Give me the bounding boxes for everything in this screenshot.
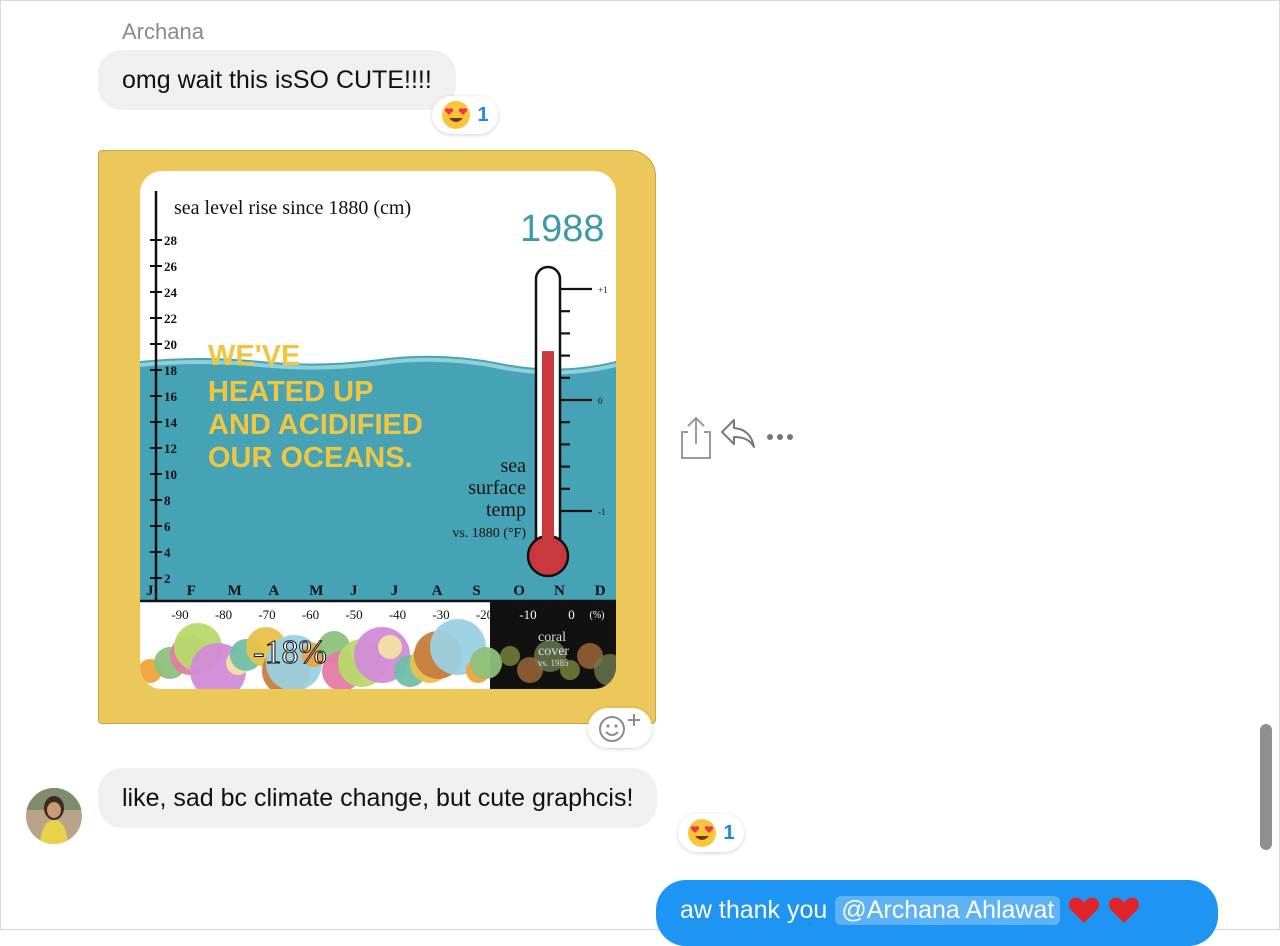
reaction-badge[interactable]: 1 [432,96,498,134]
y-tick-label: 22 [164,311,177,326]
mention-link[interactable]: @Archana Ahlawat [835,896,1061,925]
y-tick-label: 6 [164,519,171,534]
y-tick-label: 12 [164,441,177,456]
reply-icon[interactable] [720,416,756,455]
y-tick-label: 16 [164,389,178,404]
coral-scale-label: 0 [568,607,575,622]
reaction-badge[interactable]: 1 [678,814,744,852]
y-tick-label: 26 [164,259,178,274]
heart-eyes-emoji-icon [687,818,717,848]
temp-label-1: sea [500,455,526,477]
month-label: N [554,583,565,599]
coral-label-3: vs. 1985 [538,658,569,668]
y-tick-label: 28 [164,233,178,248]
headline-line-3: AND ACIDIFIED [208,409,423,441]
y-tick-label: 4 [164,545,171,560]
outgoing-message-bubble[interactable]: aw thank you @Archana Ahlawat [656,880,1218,946]
chart-title: sea level rise since 1880 (cm) [174,197,411,219]
message-bubble[interactable]: omg wait this isSO CUTE!!!! [98,50,456,110]
add-emoji-icon [599,714,640,742]
year-label: 1988 [520,208,605,250]
month-label: J [391,583,399,599]
image-message[interactable]: 28 26 24 22 20 18 16 14 12 10 8 6 4 2 J F M A M J J A S O N D -9… [98,150,656,724]
message-text: aw thank you [680,896,828,924]
month-label: F [187,583,196,599]
coral-shape [470,647,502,679]
message-bubble[interactable]: like, sad bc climate change, but cute gr… [98,768,658,828]
month-label: A [268,583,279,599]
coral-label-2: cover [538,644,569,659]
infographic-image: 28 26 24 22 20 18 16 14 12 10 8 6 4 2 J F M A M J J A S O N D -9… [140,171,616,689]
coral-scale-label: -80 [215,607,232,622]
temp-tick-label: -1 [598,507,606,517]
coral-scale-label: -70 [258,607,275,622]
coral-shape [500,646,520,666]
temp-label-3: temp [486,499,526,521]
message-text: like, sad bc climate change, but cute gr… [122,784,634,812]
temp-tick-label: 0 [598,396,603,406]
coral-scale-label: -50 [345,607,362,622]
coral-scale-label: -40 [389,607,406,622]
headline-line-4: OUR OCEANS. [208,442,413,474]
headline-line-1: WE'VE [208,340,300,372]
month-label: S [472,583,480,599]
y-tick-label: 10 [164,467,177,482]
reaction-count: 1 [477,103,489,126]
coral-scale-label: -20 [476,607,493,622]
coral-scale-label: -60 [302,607,319,622]
month-label: M [228,583,242,599]
heart-eyes-emoji-icon [441,100,471,130]
coral-scale-label: -90 [171,607,188,622]
avatar[interactable] [26,788,82,844]
more-options-icon[interactable] [766,428,796,446]
y-tick-label: 24 [164,285,178,300]
month-label: M [309,583,323,599]
coral-shape [378,635,402,659]
y-tick-label: 2 [164,571,171,586]
y-tick-label: 8 [164,493,171,508]
message-text: omg wait this isSO CUTE!!!! [122,66,432,94]
month-label: O [513,583,525,599]
thermometer-mercury [542,351,554,557]
share-icon[interactable] [678,414,714,465]
y-tick-label: 18 [164,363,178,378]
temp-label-2: surface [468,477,526,499]
month-label: D [595,583,606,599]
temp-tick-label: +1 [598,285,608,295]
coral-label-1: coral [538,630,566,645]
reaction-count: 1 [723,821,735,844]
coral-scale-label: -10 [519,607,536,622]
temp-label-4: vs. 1880 (°F) [452,526,526,541]
coral-scale-label: -30 [432,607,449,622]
heart-icon [1069,897,1100,923]
month-label: A [432,583,443,599]
y-tick-label: 14 [164,415,178,430]
coral-percent: -18% [253,634,327,671]
y-tick-label: 20 [164,337,177,352]
scrollbar-thumb[interactable] [1260,724,1272,850]
month-label: J [146,583,154,599]
month-label: J [350,583,358,599]
headline-line-2: HEATED UP [208,376,373,408]
heart-icon [1109,897,1140,923]
coral-scale-unit: (%) [590,610,605,621]
add-reaction-button[interactable] [588,708,652,748]
sender-name: Archana [122,19,204,44]
